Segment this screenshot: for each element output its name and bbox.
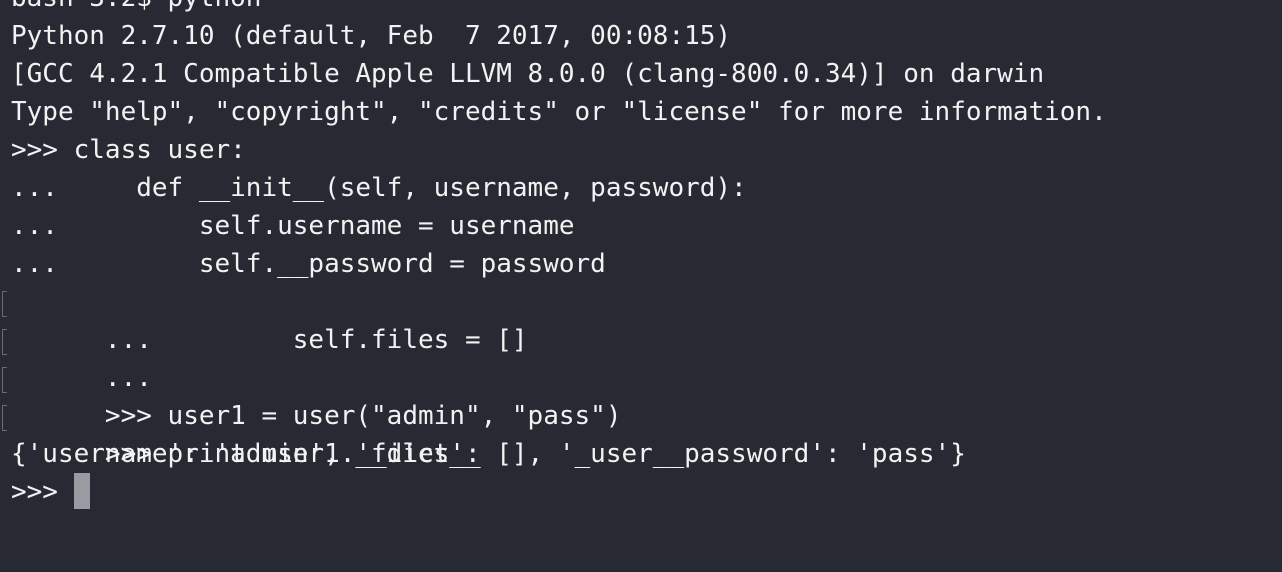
terminal-line: ... self.username = username: [11, 211, 575, 241]
terminal-line: [GCC 4.2.1 Compatible Apple LLVM 8.0.0 (…: [11, 59, 1045, 89]
prompt: >>>: [11, 477, 74, 507]
terminal-line: ... def __init__(self, username, passwor…: [11, 173, 747, 203]
terminal-line: >>> class user:: [11, 135, 246, 165]
terminal-line: >>> user1 = user("admin", "pass"): [2, 359, 1107, 431]
line-mark-bracket: [2, 291, 7, 317]
terminal-line: Type "help", "copyright", "credits" or "…: [11, 97, 1107, 127]
line-mark-bracket: [2, 405, 7, 431]
terminal-window[interactable]: bash-3.2$ python Python 2.7.10 (default,…: [0, 0, 1282, 572]
terminal-line: ...: [2, 321, 1107, 393]
terminal-line: {'username': 'admin', 'files': [], '_use…: [11, 439, 966, 469]
terminal-input-line[interactable]: >>>: [11, 472, 1107, 511]
text-cursor[interactable]: [73, 472, 90, 509]
terminal-line: Python 2.7.10 (default, Feb 7 2017, 00:0…: [11, 21, 732, 51]
terminal-line: ... self.files = []: [2, 283, 1107, 355]
terminal-output: bash-3.2$ python Python 2.7.10 (default,…: [2, 0, 1107, 511]
terminal-line: ... self.__password = password: [11, 249, 606, 279]
line-mark-bracket: [2, 367, 7, 393]
terminal-line: >>> print user1.__dict__: [2, 397, 1107, 469]
line-mark-bracket: [2, 329, 7, 355]
terminal-line: bash-3.2$ python: [11, 0, 1107, 17]
